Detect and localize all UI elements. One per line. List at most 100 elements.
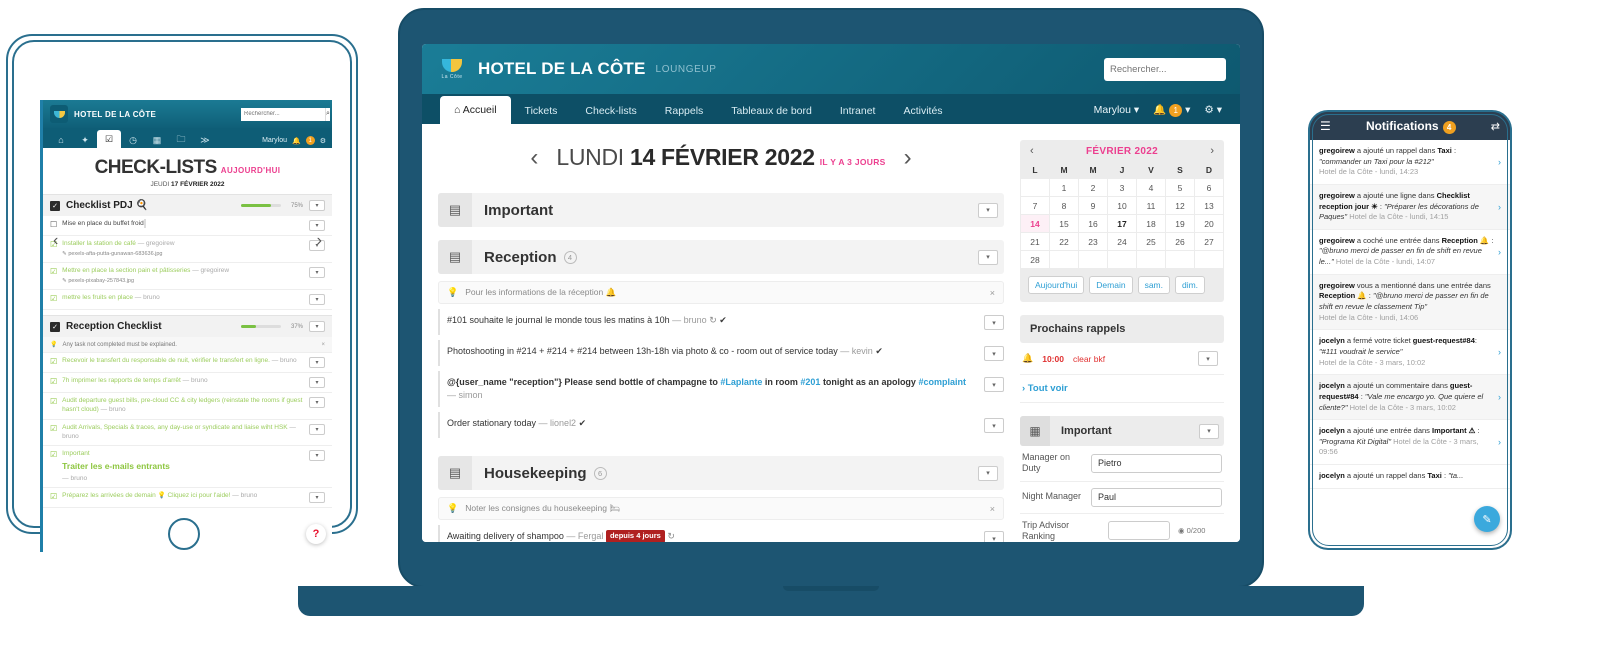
calendar-day[interactable]: 21: [1020, 232, 1050, 251]
section-menu-button[interactable]: ▾: [978, 465, 998, 481]
quick-filter-tomorrow[interactable]: Demain: [1089, 276, 1133, 294]
pencil-icon[interactable]: ✎: [1474, 506, 1500, 532]
calendar-day[interactable]: 4: [1136, 178, 1166, 197]
list-item[interactable]: Order stationary today — lionel2 ✔ ▾: [438, 412, 1004, 439]
list-item[interactable]: jocelyn a ajouté un rappel dans Taxi : "…: [1310, 465, 1510, 489]
important-panel-menu-button[interactable]: ▾: [1199, 423, 1219, 439]
checklist-row[interactable]: ☑ Mettre en place la section pain et pât…: [43, 263, 332, 291]
section-menu-button[interactable]: ▾: [978, 202, 998, 218]
tablet-next-day[interactable]: ›: [317, 232, 322, 250]
tablet-prev-day[interactable]: ‹: [53, 232, 58, 250]
hamburger-icon[interactable]: ☰: [1320, 119, 1331, 133]
checkbox-icon[interactable]: ✓: [50, 321, 60, 332]
calendar-next-month[interactable]: ›: [1210, 145, 1214, 157]
row-checkbox-icon[interactable]: ☑: [50, 451, 57, 459]
quick-filter-saturday[interactable]: sam.: [1137, 276, 1170, 294]
list-item[interactable]: gregoirew vous a mentionné dans une entr…: [1310, 274, 1510, 331]
row-checkbox-icon[interactable]: ☑: [50, 268, 57, 276]
calendar-day[interactable]: 5: [1165, 178, 1195, 197]
chevron-right-icon[interactable]: ›: [1498, 202, 1501, 212]
checklist-row[interactable]: ☑ Audit Arrivals, Specials & traces, any…: [43, 420, 332, 447]
tab-tableaux-de-bord[interactable]: Tableaux de bord: [717, 98, 826, 124]
chevron-right-icon[interactable]: ›: [1498, 347, 1501, 357]
row-menu-button[interactable]: ▾: [309, 423, 325, 435]
calendar-prev-month[interactable]: ‹: [1030, 145, 1034, 157]
search-box[interactable]: ⌕: [1104, 57, 1226, 81]
close-icon[interactable]: ×: [990, 288, 995, 298]
tablet-user-menu[interactable]: Marylou: [262, 137, 287, 144]
tablet-search-button[interactable]: ⌕: [325, 107, 330, 121]
row-menu-button[interactable]: ▾: [309, 267, 325, 279]
item-menu-button[interactable]: ▾: [984, 531, 1004, 542]
row-checkbox-icon[interactable]: ☑: [50, 493, 57, 501]
calendar-day[interactable]: 6: [1194, 178, 1224, 197]
row-menu-button[interactable]: ▾: [309, 294, 325, 306]
calendar-day[interactable]: 23: [1078, 232, 1108, 251]
important-panel-header[interactable]: ▦ Important ▾: [1020, 416, 1224, 446]
help-button[interactable]: ?: [306, 524, 326, 544]
checkbox-icon[interactable]: ✓: [50, 200, 60, 211]
section-menu-button[interactable]: ▾: [978, 249, 998, 265]
tablet-bell-icon[interactable]: 🔔: [292, 137, 301, 145]
list-item[interactable]: jocelyn a ajouté une entrée dans Importa…: [1310, 420, 1510, 466]
nav-rss-icon[interactable]: ≫: [193, 132, 217, 148]
notifications-group[interactable]: 🔔 1 ▾: [1153, 103, 1190, 117]
calendar-day[interactable]: 22: [1049, 232, 1079, 251]
tab-check-lists[interactable]: Check-lists: [571, 98, 650, 124]
calendar-day[interactable]: 3: [1107, 178, 1137, 197]
checklist-menu-button[interactable]: ▾: [309, 321, 325, 333]
section-header[interactable]: ▤ Reception 4 ▾: [438, 240, 1004, 274]
chevron-right-icon[interactable]: ›: [1498, 437, 1501, 447]
calendar-day[interactable]: 19: [1165, 214, 1195, 233]
row-menu-button[interactable]: ▾: [309, 220, 325, 231]
checklist-row[interactable]: ☑ Important Traiter les e-mails entrants…: [43, 446, 332, 489]
calendar-day[interactable]: 13: [1194, 196, 1224, 215]
list-item[interactable]: jocelyn a ajouté un commentaire dans gue…: [1310, 375, 1510, 421]
calendar-day[interactable]: 8: [1049, 196, 1079, 215]
checklist-menu-button[interactable]: ▾: [309, 200, 325, 211]
calendar-day[interactable]: 10: [1107, 196, 1137, 215]
row-checkbox-icon[interactable]: ☑: [50, 358, 57, 366]
calendar-day[interactable]: 2: [1078, 178, 1108, 197]
row-menu-button[interactable]: ▾: [309, 397, 325, 409]
list-item[interactable]: Awaiting delivery of shampoo — Fergal de…: [438, 525, 1004, 542]
tab-intranet[interactable]: Intranet: [826, 98, 890, 124]
calendar-day[interactable]: 25: [1136, 232, 1166, 251]
next-day-button[interactable]: ›: [904, 145, 912, 170]
item-menu-button[interactable]: ▾: [984, 377, 1004, 392]
checklist-row[interactable]: ☑ mettre les fruits en place — bruno ▾: [43, 290, 332, 311]
list-item[interactable]: gregoirew a ajouté une ligne dans Checkl…: [1310, 184, 1510, 230]
row-checkbox-icon[interactable]: ☑: [50, 398, 57, 406]
search-input[interactable]: [1104, 57, 1226, 81]
manager-on-duty-input[interactable]: [1091, 453, 1222, 473]
trip-advisor-ranking-input[interactable]: [1108, 521, 1170, 541]
calendar-day[interactable]: 12: [1165, 196, 1195, 215]
see-all-link[interactable]: › Tout voir: [1020, 375, 1224, 403]
calendar-day[interactable]: 28: [1020, 250, 1050, 269]
reminder-menu-button[interactable]: ▾: [1198, 351, 1218, 366]
tab-rappels[interactable]: Rappels: [651, 98, 718, 124]
checklist-row[interactable]: ☑ Audit departure guest bills, pre-cloud…: [43, 393, 332, 420]
calendar-day[interactable]: 7: [1020, 196, 1050, 215]
section-header[interactable]: ▤ Housekeeping 6 ▾: [438, 456, 1004, 491]
calendar-day[interactable]: 16: [1078, 214, 1108, 233]
tablet-notif-badge[interactable]: 1: [305, 136, 315, 145]
nav-checklist-icon[interactable]: ☑: [97, 130, 121, 148]
calendar-day-today[interactable]: 17: [1107, 214, 1137, 233]
list-item[interactable]: Photoshooting in #214 + #214 + #214 betw…: [438, 340, 1004, 366]
tablet-settings-icon[interactable]: ⚙: [320, 137, 326, 145]
row-photo-thumbnail[interactable]: [143, 219, 146, 228]
calendar-day[interactable]: 24: [1107, 232, 1137, 251]
chevron-right-icon[interactable]: ›: [1498, 247, 1501, 257]
checklist-row[interactable]: ☑ Recevoir le transfert du responsable d…: [43, 353, 332, 374]
calendar-day[interactable]: 1: [1049, 178, 1079, 197]
reminder-row[interactable]: 🔔 10:00 clear bkf ▾: [1020, 343, 1224, 375]
calendar-day[interactable]: 26: [1165, 232, 1195, 251]
list-item[interactable]: @{user_name "reception"} Please send bot…: [438, 371, 1004, 408]
item-menu-button[interactable]: ▾: [984, 346, 1004, 361]
tab-activites[interactable]: Activités: [889, 98, 956, 124]
section-header[interactable]: ▤ Important ▾: [438, 193, 1004, 227]
nav-dashboard-icon[interactable]: ▦: [145, 132, 169, 148]
calendar-day[interactable]: 9: [1078, 196, 1108, 215]
row-checkbox-icon[interactable]: ☑: [50, 378, 57, 386]
